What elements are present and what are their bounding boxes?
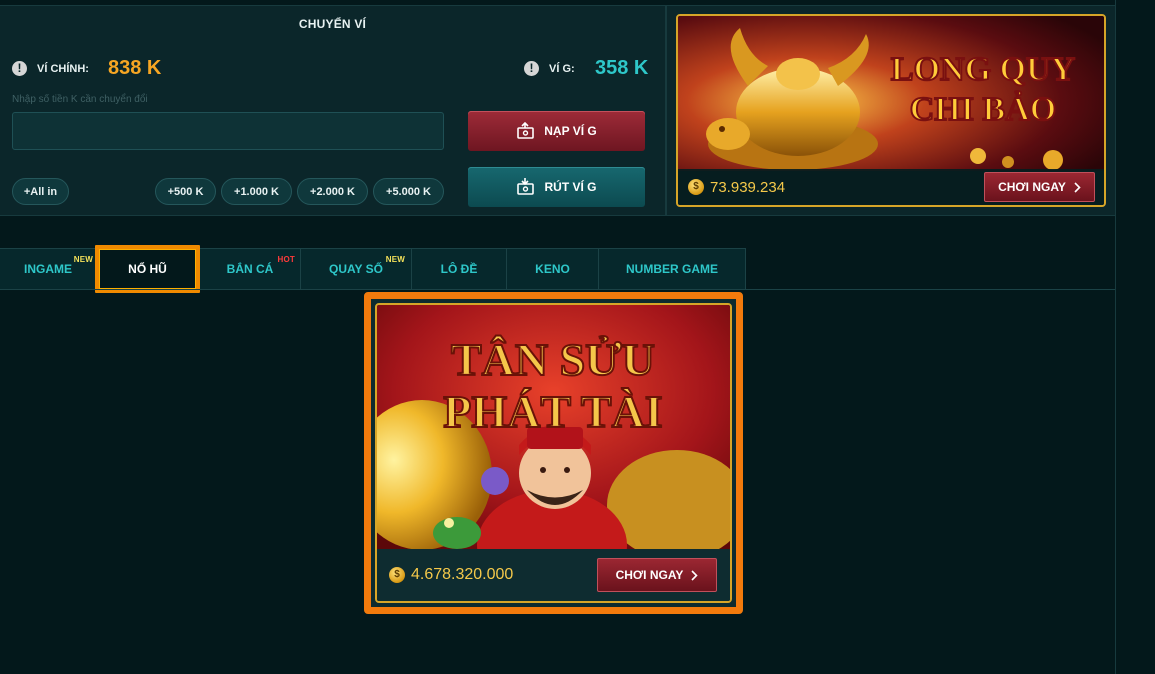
chevron-right-icon [691, 569, 699, 581]
warning-icon: ! [12, 61, 27, 76]
withdraw-button-label: RÚT VÍ G [544, 180, 597, 194]
wallet-transfer-panel: CHUYỂN VÍ ! VÍ CHÍNH: 838 K ! VÍ G: 358 … [0, 5, 666, 216]
quick-amount-500-button[interactable]: +500 K [155, 178, 216, 205]
page-right-border [1115, 0, 1116, 674]
withdraw-g-wallet-button[interactable]: RÚT VÍ G [468, 167, 645, 207]
chevron-right-icon [1074, 181, 1081, 193]
tab-ban-ca[interactable]: BẮN CÁ HOT [200, 249, 301, 289]
tab-quay-so[interactable]: QUAY SỐ NEW [301, 249, 412, 289]
play-now-label: CHƠI NGAY [998, 180, 1066, 194]
main-game-card-highlight: TÂN SỬU PHÁT TÀI $ 4.678.320.000 CHƠI NG… [364, 292, 743, 614]
main-game-card[interactable]: TÂN SỬU PHÁT TÀI $ 4.678.320.000 CHƠI NG… [375, 303, 732, 603]
tab-label: KENO [535, 262, 570, 276]
svg-text:CHI BẢO: CHI BẢO [910, 90, 1056, 128]
g-wallet-label: VÍ G: [549, 63, 575, 75]
tab-label: INGAME [24, 262, 72, 276]
main-game-thumbnail: TÂN SỬU PHÁT TÀI [377, 305, 730, 551]
featured-game-card[interactable]: LONG QUY CHI BẢO $ 73.939.234 CHƠI NGAY [676, 14, 1106, 207]
tab-label: LÔ ĐỀ [440, 262, 478, 276]
deposit-button-label: NẠP VÍ G [544, 124, 597, 138]
coin-icon: $ [389, 567, 405, 583]
tab-label: NỔ HŨ [128, 262, 167, 276]
tab-content-divider [0, 289, 1116, 290]
all-in-button[interactable]: +All in [12, 178, 69, 205]
play-now-label: CHƠI NGAY [615, 568, 684, 582]
warning-icon: ! [524, 61, 539, 76]
main-jackpot-amount: 4.678.320.000 [411, 566, 514, 583]
tab-label: QUAY SỐ [328, 262, 384, 276]
new-badge: NEW [73, 255, 93, 264]
main-play-now-button[interactable]: CHƠI NGAY [597, 558, 717, 592]
wallet-transfer-icon [517, 178, 535, 195]
new-badge: NEW [385, 255, 405, 264]
tab-ingame[interactable]: INGAME NEW [0, 249, 97, 289]
tab-label: NUMBER GAME [626, 262, 718, 276]
svg-text:TÂN SỬU: TÂN SỬU [451, 334, 655, 385]
main-wallet-label: VÍ CHÍNH: [37, 63, 89, 75]
amount-input[interactable] [12, 112, 444, 150]
wallet-title: CHUYỂN VÍ [298, 17, 367, 31]
game-category-tabs: INGAME NEW NỔ HŨ BẮN CÁ HOT QUAY SỐ NEW … [0, 245, 746, 293]
svg-text:PHÁT TÀI: PHÁT TÀI [443, 386, 662, 437]
deposit-g-wallet-button[interactable]: NẠP VÍ G [468, 111, 645, 151]
featured-jackpot-amount: 73.939.234 [710, 178, 786, 196]
coin-icon: $ [688, 179, 704, 195]
svg-text:LONG QUY: LONG QUY [891, 51, 1075, 88]
tab-no-hu[interactable]: NỔ HŨ [95, 245, 200, 293]
quick-amount-1000-button[interactable]: +1.000 K [221, 178, 292, 205]
g-wallet-balance: 358 K [595, 57, 649, 79]
amount-input-hint: Nhập số tiền K cần chuyển đổi [12, 94, 148, 105]
featured-game-thumbnail: LONG QUY CHI BẢO [678, 16, 1104, 171]
tab-label: BẮN CÁ [226, 262, 274, 276]
tab-lo-de[interactable]: LÔ ĐỀ [412, 249, 507, 289]
tab-keno[interactable]: KENO [507, 249, 599, 289]
tab-number-game[interactable]: NUMBER GAME [599, 249, 745, 289]
hot-badge: HOT [277, 255, 295, 264]
main-wallet-balance: 838 K [108, 57, 162, 79]
wallet-transfer-icon [517, 122, 535, 139]
quick-amount-2000-button[interactable]: +2.000 K [297, 178, 368, 205]
quick-amount-5000-button[interactable]: +5.000 K [373, 178, 444, 205]
featured-play-now-button[interactable]: CHƠI NGAY [984, 172, 1095, 202]
featured-game-panel: LONG QUY CHI BẢO $ 73.939.234 CHƠI NGAY [666, 5, 1116, 216]
